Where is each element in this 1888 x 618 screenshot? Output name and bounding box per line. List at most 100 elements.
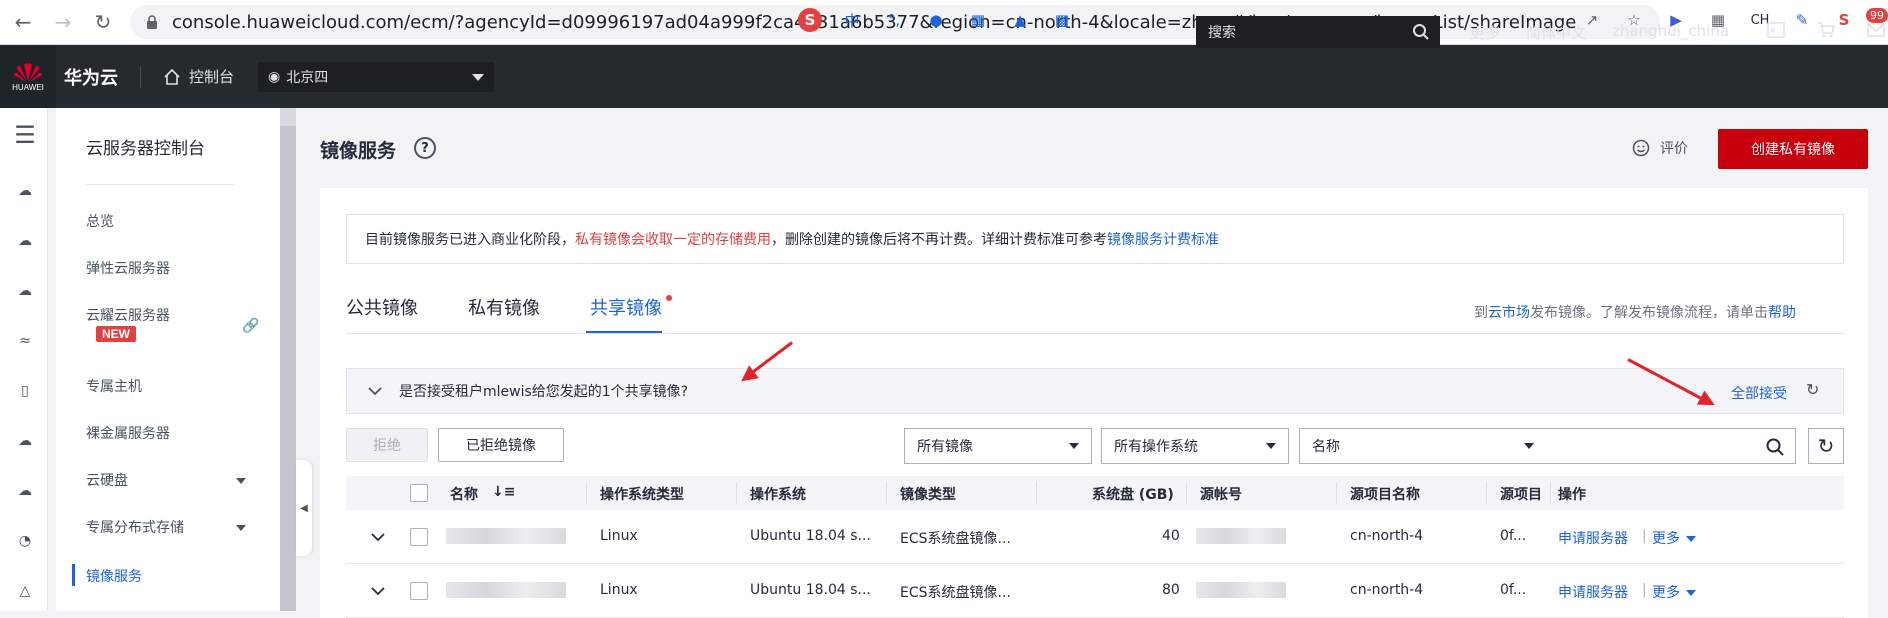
sidebar-item-flexus[interactable]: 云耀云服务器 <box>86 305 170 325</box>
ime-lang[interactable]: 中 <box>840 8 864 32</box>
chevron-down-icon[interactable] <box>367 383 383 399</box>
top-search-input[interactable]: 搜索 <box>1196 16 1440 48</box>
search-input[interactable] <box>1548 428 1796 464</box>
sidebar-item-bms[interactable]: 裸金属服务器 <box>86 423 170 443</box>
refresh-button[interactable]: ↻ <box>1808 428 1844 464</box>
create-private-image-button[interactable]: 创建私有镜像 <box>1718 129 1868 169</box>
search-icon[interactable] <box>1412 23 1430 41</box>
menu-icon[interactable]: ☰ <box>12 121 38 149</box>
os-cell: Ubuntu 18.04 s... <box>750 582 871 598</box>
project-name-cell: cn-north-4 <box>1350 582 1424 598</box>
chevron-down-icon[interactable] <box>236 525 246 531</box>
console-link[interactable]: 控制台 <box>163 66 234 87</box>
brand-name[interactable]: 华为云 <box>64 64 118 90</box>
search-icon[interactable] <box>1765 437 1785 457</box>
refresh-icon[interactable]: ↻ <box>1806 380 1819 399</box>
select-all-checkbox[interactable] <box>410 484 428 502</box>
os-cell: Ubuntu 18.04 s... <box>750 528 871 544</box>
apply-server-link[interactable]: 申请服务器 <box>1558 528 1628 548</box>
column-image-type: 镜像类型 <box>900 487 956 503</box>
back-icon[interactable]: ← <box>6 5 40 39</box>
help-link[interactable]: 帮助 <box>1768 305 1796 321</box>
sidebar-item-dss[interactable]: 专属分布式存储 <box>86 517 184 537</box>
tab-public-images[interactable]: 公共镜像 <box>346 294 418 320</box>
rate-link[interactable]: 评价 <box>1632 138 1688 158</box>
logo-text: HUAWEI <box>12 83 44 92</box>
device-icon[interactable]: ▯ <box>12 378 38 404</box>
more-actions-link[interactable]: 更多 <box>1652 582 1696 602</box>
more-actions-link[interactable]: 更多 <box>1652 528 1696 548</box>
divider <box>346 333 1844 334</box>
billing-standard-link[interactable]: 镜像服务计费标准 <box>1107 229 1219 249</box>
huawei-logo[interactable]: HUAWEI <box>0 45 56 108</box>
table-header: 名称 ↓≡ 操作系统类型 操作系统 镜像类型 系统盘 (GB) 源帐号 源项目名… <box>346 476 1844 510</box>
chevron-down-icon <box>1524 443 1534 449</box>
wave-icon[interactable]: ≈ <box>12 328 38 354</box>
billing-notice: 目前镜像服务已进入商业化阶段， 私有镜像会收取一定的存储费用 ，删除创建的镜像后… <box>346 214 1844 264</box>
rejected-images-button[interactable]: 已拒绝镜像 <box>438 428 564 462</box>
home-icon <box>164 68 180 85</box>
punct-icon[interactable]: °, <box>882 8 906 32</box>
username-link[interactable]: zhanghui_china <box>1612 22 1729 43</box>
more-link[interactable]: 更多 <box>1470 22 1500 43</box>
row-checkbox[interactable] <box>410 582 428 600</box>
skin-icon[interactable]: ▲ <box>1008 8 1032 32</box>
toolbox-icon[interactable]: ▩ <box>1050 8 1074 32</box>
column-disk-size: 系统盘 (GB) <box>1092 487 1174 503</box>
cloud-server-icon[interactable]: ☁ <box>12 178 38 204</box>
redacted-account <box>1196 582 1286 598</box>
cloud-icon[interactable]: ☁ <box>12 228 38 254</box>
gauge-icon[interactable]: ◔ <box>12 528 38 554</box>
icon-rail: ☰ ☁ ☁ ☁ ≈ ▯ ☁ ☁ ◔ △ <box>0 108 48 611</box>
active-tab-indicator <box>586 331 662 333</box>
tab-private-images[interactable]: 私有镜像 <box>468 294 540 320</box>
os-filter-select[interactable]: 所有操作系统 <box>1101 428 1289 464</box>
notice-text-2: ，删除创建的镜像后将不再计费。详细计费标准可参考 <box>771 232 1107 248</box>
share-question: 是否接受租户mlewis给您发起的1个共享镜像? <box>399 384 689 400</box>
sidebar-scrollbar[interactable] <box>280 126 296 611</box>
help-icon[interactable]: ? <box>414 137 436 159</box>
tab-shared-images[interactable]: 共享镜像 <box>590 294 662 320</box>
chevron-down-icon[interactable] <box>236 478 246 484</box>
sidebar-item-ims[interactable]: 镜像服务 <box>86 566 142 586</box>
chevron-down-icon <box>472 73 485 81</box>
language-link[interactable]: 简体中文 <box>1526 22 1586 43</box>
sogou-icon[interactable]: S <box>798 8 822 32</box>
image-type-cell: ECS系统盘镜像... <box>900 585 1011 601</box>
cloud-upload-icon[interactable]: ☁ <box>12 478 38 504</box>
terminal-icon[interactable] <box>1766 20 1786 40</box>
reject-button[interactable]: 拒绝 <box>346 428 428 462</box>
tower-icon[interactable]: △ <box>12 578 38 604</box>
image-type-cell: ECS系统盘镜像... <box>900 531 1011 547</box>
marketplace-link[interactable]: 云市场 <box>1488 305 1530 321</box>
column-os-type: 操作系统类型 <box>600 487 684 503</box>
expand-row-icon[interactable] <box>370 529 386 549</box>
region-select[interactable]: ◉ 北京四 <box>258 61 495 92</box>
page-title: 镜像服务 <box>320 140 397 162</box>
cart-icon[interactable] <box>1816 20 1836 40</box>
mail-icon[interactable] <box>1866 20 1886 40</box>
cloud-network-icon[interactable]: ☁ <box>12 428 38 454</box>
external-link-icon[interactable]: 🔗 <box>242 318 259 334</box>
sidebar-item-dedicated-host[interactable]: 专属主机 <box>86 376 142 396</box>
image-filter-select[interactable]: 所有镜像 <box>904 428 1092 464</box>
reload-icon[interactable]: ↻ <box>86 5 120 39</box>
search-field-select[interactable]: 名称 <box>1299 428 1549 464</box>
forward-icon[interactable]: → <box>46 5 80 39</box>
chevron-down-icon <box>1266 443 1276 449</box>
sidebar-item-ecs[interactable]: 弹性云服务器 <box>86 258 170 278</box>
accept-all-link[interactable]: 全部接受 <box>1731 383 1787 403</box>
cloud-database-icon[interactable]: ☁ <box>12 278 38 304</box>
apply-server-link[interactable]: 申请服务器 <box>1558 582 1628 602</box>
active-indicator <box>72 564 75 586</box>
sort-icon[interactable]: ↓≡ <box>492 484 515 500</box>
sidebar-item-evs[interactable]: 云硬盘 <box>86 470 128 490</box>
collapse-sidebar-button[interactable]: ◀ <box>296 460 312 556</box>
keyboard-icon[interactable]: ▦ <box>966 8 990 32</box>
expand-row-icon[interactable] <box>370 583 386 603</box>
mic-icon[interactable]: ● <box>924 8 948 32</box>
console-label: 控制台 <box>189 68 235 86</box>
sidebar-item-overview[interactable]: 总览 <box>86 211 114 231</box>
row-checkbox[interactable] <box>410 528 428 546</box>
column-name[interactable]: 名称 <box>450 484 478 504</box>
